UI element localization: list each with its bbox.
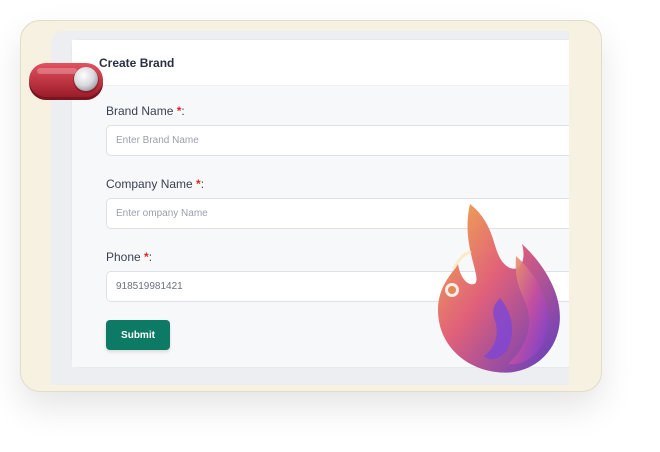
company-name-label: Company Name *:: [106, 177, 205, 191]
toggle-switch-icon: [29, 63, 103, 100]
flame-icon: [438, 204, 560, 373]
phone-label: Phone *:: [106, 250, 153, 264]
brand-name-label: Brand Name *:: [106, 104, 185, 118]
card-header: Create Brand: [72, 40, 569, 86]
page-title: Create Brand: [99, 56, 175, 70]
submit-button[interactable]: Submit: [106, 320, 170, 350]
brand-name-input[interactable]: [106, 125, 569, 156]
